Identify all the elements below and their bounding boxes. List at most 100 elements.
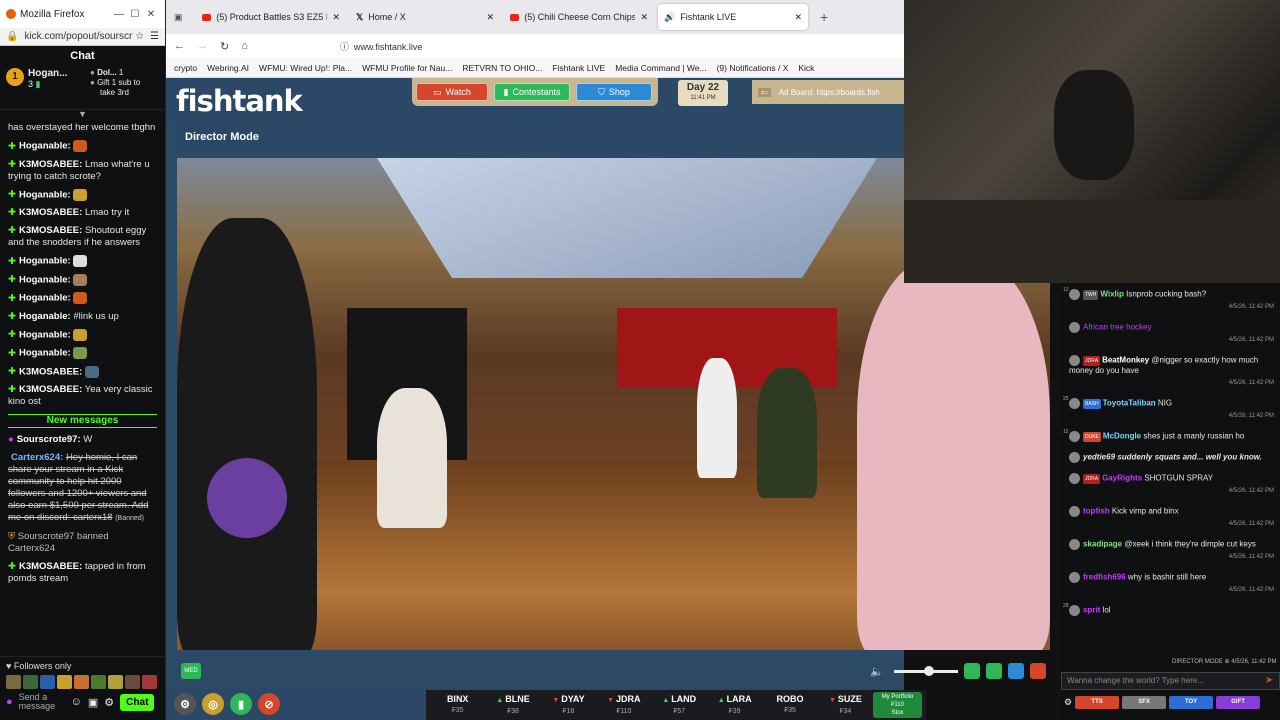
avatar[interactable] (1069, 322, 1080, 333)
chat-username[interactable]: K3MOSABEE: (19, 366, 82, 377)
chat-username[interactable]: McDongle (1103, 432, 1141, 441)
emote-icon[interactable] (57, 675, 72, 689)
reload-icon[interactable]: ↻ (220, 40, 229, 53)
left-url[interactable]: kick.com/popout/sourscr (24, 31, 135, 42)
send-message-input[interactable]: Send a message (19, 693, 65, 711)
chat-username[interactable]: Hoganable: (19, 189, 71, 200)
emote-icon[interactable] (6, 675, 21, 689)
volume-icon[interactable]: 🔈 (870, 665, 884, 678)
block-icon[interactable]: ⊘ (258, 693, 280, 715)
avatar[interactable] (1069, 539, 1080, 550)
chat-username[interactable]: ToyotaTaliban (1103, 399, 1156, 408)
stock-robo[interactable]: ROBO ₣35 (762, 694, 817, 716)
settings-icon[interactable]: ⚙ (104, 696, 114, 709)
portfolio-button[interactable]: My Portfolio ₣110 Stox (873, 692, 922, 718)
stock-jdra[interactable]: ▼ JDRA ₣110 (596, 694, 651, 717)
ad-board[interactable]: ⇦ Ad Board: https://boards.fish (752, 80, 904, 104)
chat-username[interactable]: Carterx624: (11, 452, 63, 463)
chat-send-button[interactable]: Chat (120, 693, 155, 711)
record-icon[interactable] (1030, 663, 1046, 679)
fishtank-chat-input[interactable]: Wanna change the world? Type here... (1061, 672, 1280, 690)
emoji-icon[interactable]: ☺ (71, 696, 82, 708)
tab-overview-icon[interactable]: ▣ (174, 12, 192, 23)
tab-chili-cheese[interactable]: (5) Chili Cheese Corn Chips Batt ✕ (504, 4, 654, 30)
chat-username[interactable]: Sourscrote97: (17, 434, 81, 445)
star-icon[interactable]: ☆ (135, 31, 144, 42)
avatar[interactable] (1069, 452, 1080, 463)
avatar[interactable] (1069, 473, 1080, 484)
tab-home-x[interactable]: 𝕏 Home / X ✕ (350, 4, 500, 30)
stock-blne[interactable]: ▲ BLNE ₣38 (485, 694, 540, 717)
tts-button[interactable]: TTS (1075, 695, 1120, 709)
emote-icon[interactable] (108, 675, 123, 689)
chat-username[interactable]: Hoganable: (19, 293, 71, 304)
avatar[interactable] (1069, 355, 1080, 366)
bookmark-item[interactable]: Kick (798, 63, 814, 73)
bookmark-item[interactable]: crypto (174, 63, 197, 73)
url-bar[interactable]: ⓘ www.fishtank.live (340, 40, 423, 53)
chat-username[interactable]: skadipage (1083, 540, 1122, 549)
stock-suze[interactable]: ▼ SUZE ₣34 (818, 694, 873, 717)
contestants-button[interactable]: ▮ Contestants (494, 83, 570, 101)
chat-settings-icon[interactable]: ⚙ (1064, 697, 1072, 708)
avatar[interactable] (1069, 289, 1080, 300)
avatar[interactable] (1069, 398, 1080, 409)
mic-icon[interactable]: ● (6, 696, 13, 708)
camera-view-icon[interactable] (986, 663, 1002, 679)
ad-arrow-icon[interactable]: ⇦ (758, 87, 771, 97)
watch-button[interactable]: ▭ Watch (416, 83, 488, 101)
med-badge[interactable]: MED (181, 663, 201, 679)
send-arrow-icon[interactable]: ➤ (1265, 675, 1273, 686)
chat-username[interactable]: Hoganable: (19, 329, 71, 340)
tab-product-battles[interactable]: (5) Product Battles S3 EZ5 Battl ✕ (196, 4, 346, 30)
forward-icon[interactable]: → (197, 40, 208, 52)
emote-icon[interactable] (40, 675, 55, 689)
chat-username[interactable]: topfish (1083, 507, 1110, 516)
chat-username[interactable]: K3MOSABEE: (19, 159, 82, 170)
avatar[interactable] (1069, 572, 1080, 583)
fishtank-logo[interactable]: fishtank (176, 84, 303, 118)
gift-box-icon[interactable]: ▣ (88, 696, 98, 709)
bookmark-item[interactable]: Fishtank LIVE (552, 63, 605, 73)
stock-binx[interactable]: BINX ₣35 (430, 694, 485, 716)
chat-username[interactable]: GayRights (1102, 474, 1142, 483)
toy-button[interactable]: TOY (1169, 695, 1214, 709)
volume-slider[interactable] (894, 665, 958, 676)
avatar[interactable] (1069, 605, 1080, 616)
settings-gear-icon[interactable]: ⚙ (174, 693, 196, 715)
close-tab-icon[interactable]: ✕ (640, 12, 648, 23)
chat-username[interactable]: Hoganable: (19, 311, 71, 322)
close-icon[interactable]: ✕ (143, 9, 159, 20)
new-messages-divider[interactable]: New messages (8, 414, 157, 429)
emote-icon[interactable] (23, 675, 38, 689)
chat-username[interactable]: K3MOSABEE: (19, 225, 82, 236)
stock-land[interactable]: ▲ LAND ₣57 (652, 694, 707, 717)
emote-icon[interactable] (125, 675, 140, 689)
volume-knob[interactable] (924, 665, 935, 676)
chat-username[interactable]: sprit (1083, 606, 1100, 615)
stock-dyay[interactable]: ▼ DYAY ₣18 (541, 694, 596, 717)
back-icon[interactable]: ← (174, 40, 185, 52)
chat-username[interactable]: BeatMonkey (1102, 356, 1149, 365)
home-icon[interactable]: ⌂ (241, 40, 248, 52)
avatar[interactable] (1069, 506, 1080, 517)
avatar[interactable] (1069, 431, 1080, 442)
chat-username[interactable]: K3MOSABEE: (19, 561, 82, 572)
emote-icon[interactable] (142, 675, 157, 689)
shop-button[interactable]: ⛉ Shop (576, 83, 652, 101)
tickets-icon[interactable]: ▮ (230, 693, 252, 715)
tab-fishtank-live[interactable]: 🔊 Fishtank LIVE ✕ (658, 4, 808, 30)
chat-username[interactable]: K3MOSABEE: (19, 207, 82, 218)
emote-icon[interactable] (91, 675, 106, 689)
bookmark-item[interactable]: Webring.AI (207, 63, 249, 73)
left-address-bar[interactable]: 🔒 kick.com/popout/sourscr ☆ ☰ (0, 28, 165, 46)
chat-username[interactable]: Wixlip (1100, 290, 1123, 299)
new-tab-icon[interactable]: + (820, 9, 828, 25)
chat-username[interactable]: Hoganable: (19, 256, 71, 267)
close-tab-icon[interactable]: ✕ (486, 12, 494, 23)
chat-username[interactable]: Hoganable: (19, 274, 71, 285)
stock-lara[interactable]: ▲ LARA ₣39 (707, 694, 762, 717)
coins-icon[interactable]: ◎ (202, 693, 224, 715)
minimize-icon[interactable]: — (111, 9, 127, 20)
fullscreen-icon[interactable] (1008, 663, 1024, 679)
